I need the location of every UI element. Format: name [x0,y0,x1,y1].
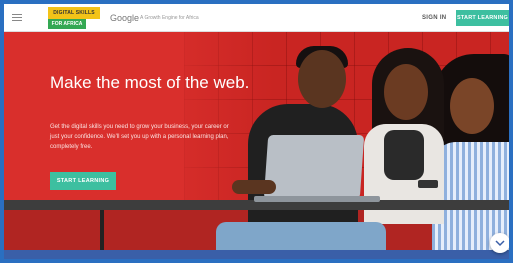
person-right-face [450,78,494,134]
start-learning-header-button[interactable]: START LEARNING [456,10,509,26]
digital-skills-logo[interactable]: DIGITAL SKILLS FOR AFRICA [48,7,100,29]
bottom-section-strip [4,250,509,259]
google-wordmark: Google [110,13,140,23]
person-left-face [298,50,346,108]
screenshot-frame: DIGITAL SKILLS FOR AFRICA Google A Growt… [0,0,513,263]
person-left-jeans [216,222,386,250]
logo-bottom-text: FOR AFRICA [48,19,86,29]
hero-headline: Make the most of the web. [50,73,250,92]
desk-leg [100,210,104,250]
person-middle-top [384,130,424,180]
google-tagline: A Growth Engine for Africa [140,15,199,21]
phone-icon [418,180,438,188]
sign-in-link[interactable]: SIGN IN [422,15,446,21]
scroll-down-button[interactable] [490,233,509,253]
logo-top-text: DIGITAL SKILLS [48,7,100,19]
hero-subtext: Get the digital skills you need to grow … [50,124,229,150]
web-page: DIGITAL SKILLS FOR AFRICA Google A Growt… [4,4,509,259]
start-learning-hero-button[interactable]: START LEARNING [50,172,116,190]
hamburger-menu-icon[interactable] [12,14,22,22]
hero-banner: Make the most of the web. Get the digita… [4,32,509,250]
person-left-arm [232,180,276,194]
chevron-down-icon [495,240,505,247]
laptop-icon [263,135,365,199]
laptop-base [254,196,380,202]
person-middle-face [384,64,428,120]
top-navigation-bar: DIGITAL SKILLS FOR AFRICA Google A Growt… [4,4,509,32]
